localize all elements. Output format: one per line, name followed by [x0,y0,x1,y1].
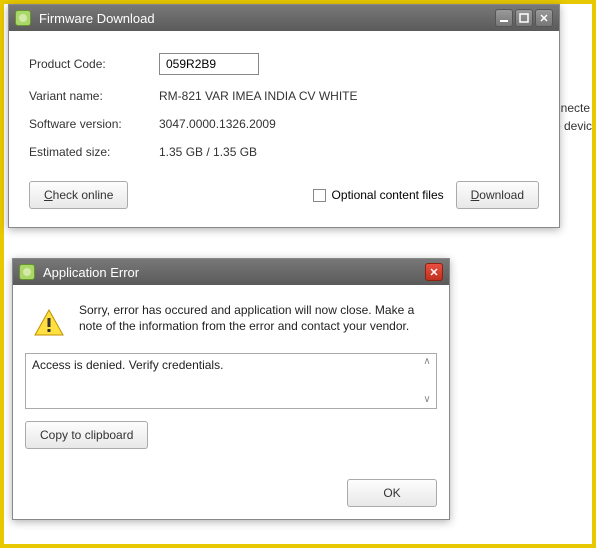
close-button[interactable] [535,9,553,27]
error-title: Application Error [43,265,139,280]
software-version-value: 3047.0000.1326.2009 [159,117,276,131]
software-version-label: Software version: [29,117,159,131]
error-close-button[interactable] [425,263,443,281]
maximize-button[interactable] [515,9,533,27]
optional-files-label: Optional content files [332,188,444,202]
error-detail-text: Access is denied. Verify credentials. [32,358,223,372]
application-error-window: Application Error Sorry, error has occur… [12,258,450,520]
scroll-down-icon[interactable]: ∨ [420,394,434,406]
variant-value: RM-821 VAR IMEA INDIA CV WHITE [159,89,357,103]
check-online-button[interactable]: Check online [29,181,128,209]
app-icon [19,264,35,280]
ok-button[interactable]: OK [347,479,437,507]
estimated-size-value: 1.35 GB / 1.35 GB [159,145,257,159]
product-code-input[interactable] [159,53,259,75]
optional-files-checkbox-wrap[interactable]: Optional content files [313,188,444,202]
download-button[interactable]: Download [456,181,539,209]
firmware-titlebar[interactable]: Firmware Download [9,5,559,31]
estimated-size-label: Estimated size: [29,145,159,159]
app-icon [15,10,31,26]
copy-to-clipboard-button[interactable]: Copy to clipboard [25,421,148,449]
optional-files-checkbox[interactable] [313,189,326,202]
firmware-download-window: Firmware Download Product Code: Variant … [8,4,560,228]
minimize-button[interactable] [495,9,513,27]
error-titlebar[interactable]: Application Error [13,259,449,285]
product-code-label: Product Code: [29,57,159,71]
scroll-up-icon[interactable]: ∧ [420,356,434,368]
error-detail-box[interactable]: Access is denied. Verify credentials. ∧ … [25,353,437,409]
warning-icon [33,307,65,339]
variant-label: Variant name: [29,89,159,103]
error-message: Sorry, error has occured and application… [79,303,429,339]
firmware-title: Firmware Download [39,11,155,26]
